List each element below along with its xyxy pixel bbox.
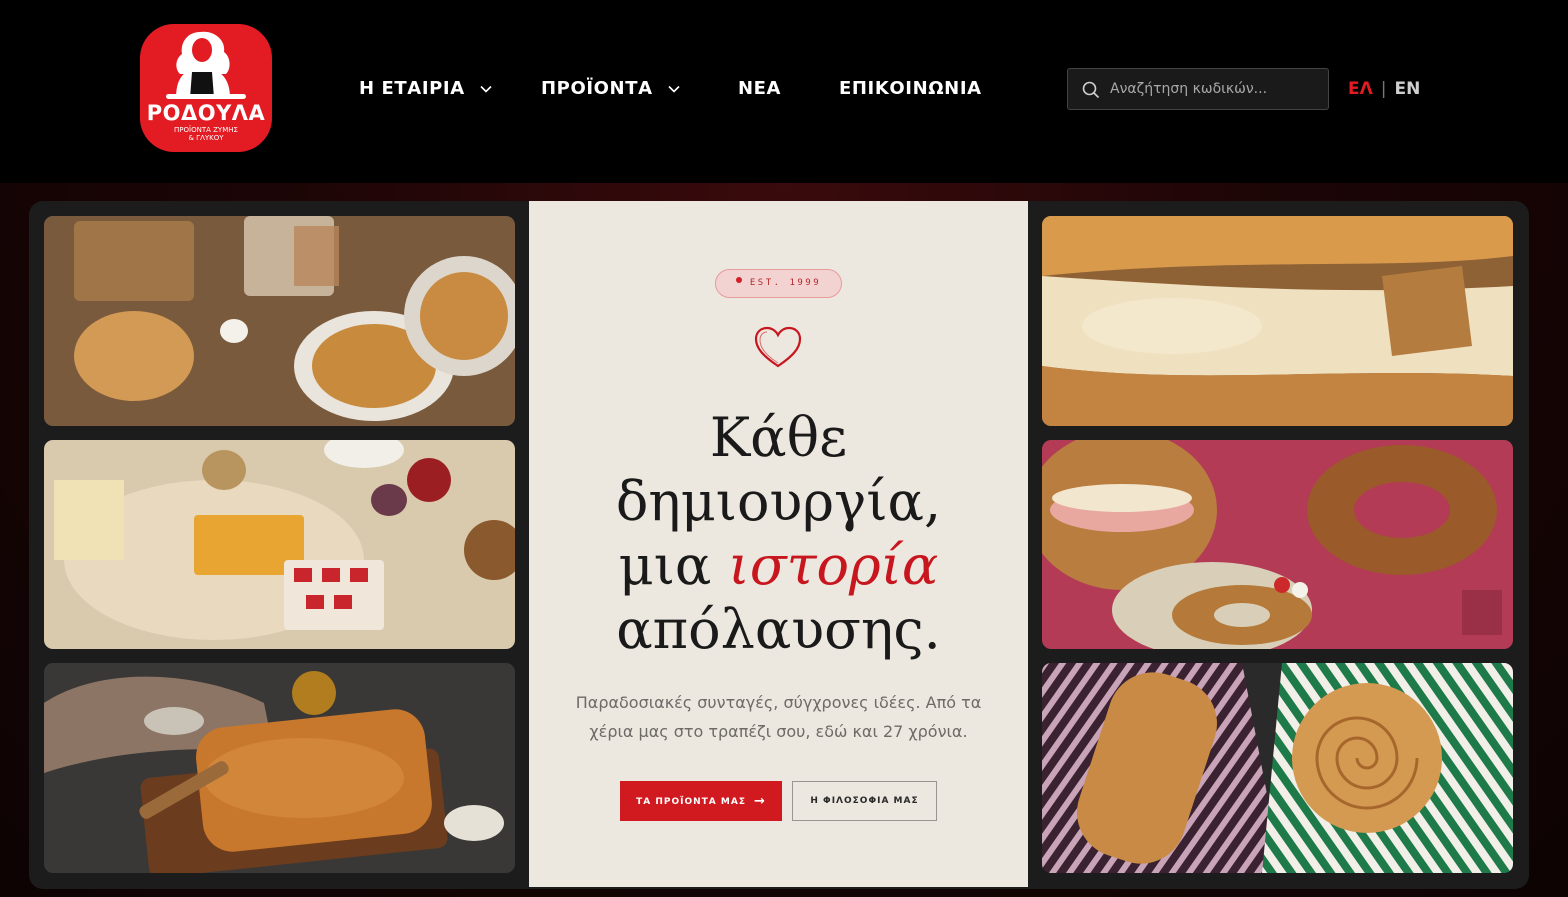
nav-item-label: ΕΠΙΚΟΙΝΩΝΙΑ: [839, 78, 982, 99]
lang-separator: |: [1380, 79, 1387, 99]
brand-logo[interactable]: ΡΟΔΟΥΛΑ ΠΡΟΪΟΝΤΑ ΖΥΜΗΣ & ΓΛΥΚΟΥ: [140, 24, 272, 152]
nav-item-label: Η ΕΤΑΙΡΙΑ: [359, 78, 465, 99]
heart-icon: [754, 326, 802, 368]
language-switcher: ΕΛ | EN: [1348, 79, 1420, 99]
button-label: ΤΑ ΠΡΟΪΟΝΤΑ ΜΑΣ: [636, 796, 746, 807]
button-label: Η ΦΙΛΟΣΟΦΙΑ ΜΑΣ: [810, 796, 919, 806]
chevron-down-icon: [667, 85, 680, 93]
hero-content-panel: EST. 1999 Κάθε δημιουργία, μια ιστορία α…: [529, 201, 1028, 887]
nav-item-contact[interactable]: ΕΠΙΚΟΙΝΩΝΙΑ: [839, 76, 982, 102]
headline-highlight: ιστορία: [728, 534, 939, 597]
photo-sesame-bread: [44, 663, 515, 873]
arrow-right-icon: →: [753, 793, 766, 809]
nav-item-company[interactable]: Η ΕΤΑΙΡΙΑ: [359, 76, 492, 102]
site-header: ΡΟΔΟΥΛΑ ΠΡΟΪΟΝΤΑ ΖΥΜΗΣ & ΓΛΥΚΟΥ Η ΕΤΑΙΡΙ…: [0, 0, 1568, 183]
headline-line: Κάθε: [709, 406, 848, 469]
brand-name: ΡΟΔΟΥΛΑ: [146, 101, 266, 125]
photo-spiral-pie: [1042, 663, 1513, 873]
hero-subtitle: Παραδοσιακές συνταγές, σύγχρονες ιδέες. …: [575, 693, 982, 741]
our-products-button[interactable]: ΤΑ ΠΡΟΪΟΝΤΑ ΜΑΣ →: [620, 781, 782, 821]
chevron-down-icon: [480, 85, 492, 93]
nav-item-products[interactable]: ΠΡΟΪΟΝΤΑ: [541, 76, 680, 102]
our-philosophy-button[interactable]: Η ΦΙΛΟΣΟΦΙΑ ΜΑΣ: [792, 781, 937, 821]
lang-greek[interactable]: ΕΛ: [1348, 79, 1373, 99]
photo-cream-pie: [1042, 216, 1513, 426]
search-box: [1067, 68, 1329, 110]
brand-tagline: ΠΡΟΪΟΝΤΑ ΖΥΜΗΣ & ΓΛΥΚΟΥ: [174, 126, 238, 142]
established-badge: EST. 1999: [715, 269, 842, 298]
hero-headline: Κάθε δημιουργία, μια ιστορία απόλαυσης.: [529, 406, 1028, 662]
lang-english[interactable]: EN: [1395, 79, 1421, 99]
headline-line: δημιουργία,: [615, 470, 942, 533]
headline-line: μια ιστορία: [618, 534, 939, 597]
badge-dot-icon: [735, 276, 742, 283]
headline-line: απόλαυσης.: [616, 598, 941, 661]
nav-item-label: ΝΕΑ: [738, 78, 782, 99]
nav-item-label: ΠΡΟΪΟΝΤΑ: [541, 78, 653, 99]
search-input[interactable]: [1110, 69, 1320, 109]
photo-sweets-table: [44, 440, 515, 649]
search-icon: [1082, 81, 1100, 99]
badge-text: EST. 1999: [749, 278, 822, 288]
photo-koulouri-sandwich: [1042, 440, 1513, 649]
nav-item-news[interactable]: ΝΕΑ: [738, 76, 781, 102]
photo-pastries-assortment: [44, 216, 515, 426]
